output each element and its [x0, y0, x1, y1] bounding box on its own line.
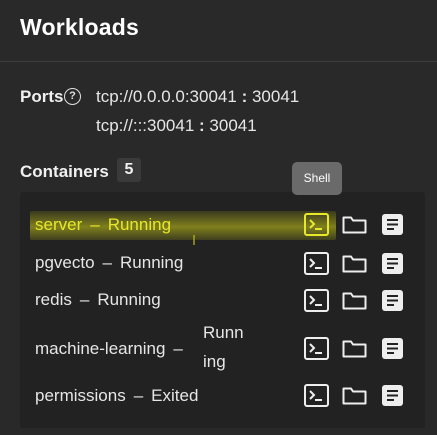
container-name: permissions: [35, 386, 126, 405]
logs-icon[interactable]: [381, 384, 406, 407]
folder-icon[interactable]: [342, 338, 367, 361]
page-title: Workloads: [20, 14, 139, 40]
container-name: pgvecto: [35, 253, 95, 272]
help-icon[interactable]: ?: [64, 88, 81, 105]
port-entry: tcp://:::30041 : 30041: [96, 116, 257, 136]
highlight-mark: [193, 235, 195, 245]
container-name: server: [35, 215, 83, 234]
folder-icon[interactable]: [342, 385, 367, 408]
ports-label: Ports: [20, 87, 64, 106]
container-row-server: server – Running: [35, 215, 171, 235]
terminal-icon[interactable]: [304, 252, 329, 275]
port-target: 30041: [251, 87, 300, 106]
port-entry: tcp://0.0.0.0:30041 : 30041: [96, 87, 299, 107]
container-status: Running: [120, 253, 184, 272]
logs-icon[interactable]: [381, 289, 406, 312]
containers-count-badge: 5: [117, 158, 141, 182]
terminal-icon[interactable]: [304, 384, 329, 407]
containers-label: Containers: [20, 162, 109, 181]
container-status: Running: [97, 290, 161, 309]
container-separator: –: [90, 215, 100, 234]
port-address: tcp://:::30041: [96, 116, 195, 135]
container-row-redis: redis – Running: [35, 290, 161, 310]
shell-tooltip: Shell: [292, 162, 342, 195]
container-separator: –: [133, 386, 144, 405]
terminal-icon[interactable]: [304, 289, 329, 312]
container-status-part: Runn: [203, 323, 244, 342]
container-status: Exited: [151, 386, 199, 405]
port-separator: :: [236, 87, 252, 106]
folder-icon[interactable]: [342, 214, 367, 237]
folder-icon[interactable]: [342, 253, 367, 276]
container-row-machine-learning: machine-learning –: [35, 339, 191, 359]
port-separator: :: [194, 116, 210, 135]
container-separator: –: [79, 290, 90, 309]
terminal-icon[interactable]: [304, 213, 329, 236]
container-separator: –: [102, 253, 113, 272]
container-status: Running: [107, 215, 172, 234]
container-row-permissions: permissions – Exited: [35, 386, 198, 406]
title-divider: [0, 61, 437, 62]
container-status-part: ing: [203, 352, 226, 371]
port-address: tcp://0.0.0.0:30041: [96, 87, 237, 106]
logs-icon[interactable]: [381, 337, 406, 360]
logs-icon[interactable]: [381, 252, 406, 275]
port-target: 30041: [209, 116, 257, 135]
container-row-pgvecto: pgvecto – Running: [35, 253, 183, 273]
container-name: machine-learning: [35, 339, 166, 358]
logs-icon[interactable]: [381, 213, 406, 236]
container-separator: –: [173, 339, 183, 358]
container-status-wrapped: Runn ing: [203, 318, 244, 376]
workloads-panel: Workloads Ports ? tcp://0.0.0.0:30041 : …: [0, 0, 437, 435]
folder-icon[interactable]: [342, 290, 367, 313]
terminal-icon[interactable]: [304, 337, 329, 360]
container-name: redis: [35, 290, 72, 309]
